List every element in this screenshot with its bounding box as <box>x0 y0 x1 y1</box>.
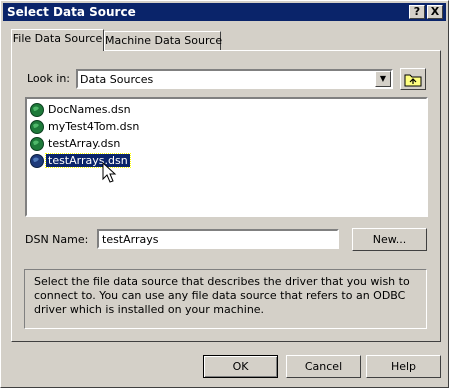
dsn-name-label: DSN Name: <box>25 233 89 246</box>
select-data-source-dialog: Select Data Source ? X File Data Source … <box>0 0 449 388</box>
help-button[interactable]: Help <box>366 355 441 378</box>
dsn-file-icon <box>30 137 44 151</box>
title-bar[interactable]: Select Data Source ? X <box>3 3 446 21</box>
look-in-label: Look in: <box>27 72 70 85</box>
mouse-cursor-icon <box>102 161 117 183</box>
folder-up-icon <box>404 74 422 87</box>
ok-button[interactable]: OK <box>203 355 278 378</box>
dsn-name-field[interactable]: testArrays <box>97 229 339 249</box>
dsn-file-icon <box>30 154 44 168</box>
up-one-level-button[interactable] <box>400 68 426 90</box>
chevron-down-icon[interactable]: ▼ <box>375 71 391 87</box>
dsn-file-icon <box>30 120 44 134</box>
tab-machine-data-source[interactable]: Machine Data Source <box>104 31 222 50</box>
close-button[interactable]: X <box>427 5 443 19</box>
dialog-title: Select Data Source <box>7 5 136 19</box>
tab-file-data-source[interactable]: File Data Source <box>11 29 104 51</box>
dsn-name-value: testArrays <box>102 233 159 246</box>
file-name: testArray.dsn <box>48 137 121 150</box>
look-in-dropdown[interactable]: Data Sources ▼ <box>76 69 393 89</box>
cancel-button[interactable]: Cancel <box>286 355 361 378</box>
file-name: myTest4Tom.dsn <box>48 120 140 133</box>
file-name: DocNames.dsn <box>48 103 131 116</box>
new-button[interactable]: New... <box>352 228 427 251</box>
help-title-button[interactable]: ? <box>409 5 425 19</box>
description-text: Select the file data source that describ… <box>34 275 410 316</box>
description-box: Select the file data source that describ… <box>24 269 427 329</box>
look-in-value: Data Sources <box>80 73 154 86</box>
dsn-file-icon <box>30 103 44 117</box>
file-list[interactable]: DocNames.dsn myTest4Tom.dsn testArray.ds… <box>25 97 428 217</box>
